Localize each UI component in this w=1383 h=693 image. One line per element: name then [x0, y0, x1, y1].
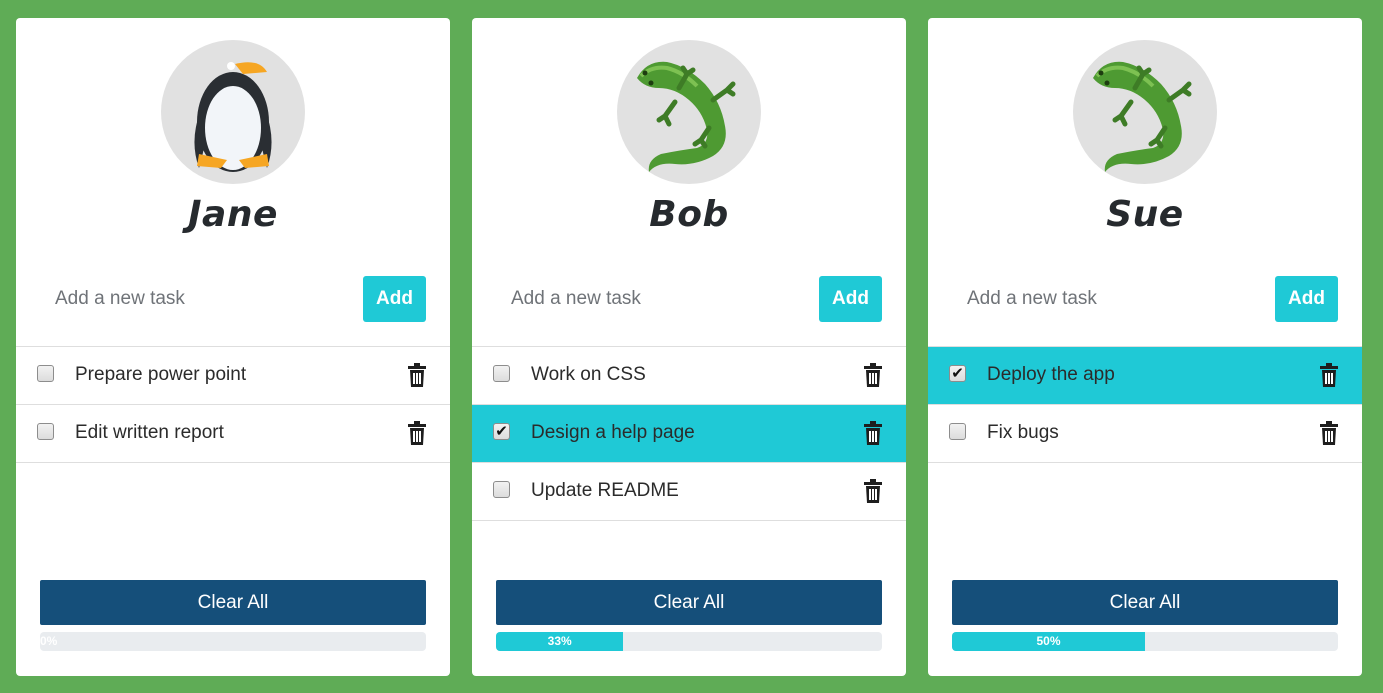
- user-card-bob: Bob Add Work on CSS ✔ Design a help page…: [472, 18, 906, 676]
- task-item: ✔ Design a help page: [472, 405, 906, 463]
- task-checkbox[interactable]: ✔: [949, 365, 966, 382]
- user-name: Jane: [188, 194, 278, 235]
- task-checkbox[interactable]: [37, 423, 54, 440]
- user-name: Sue: [1106, 194, 1184, 235]
- user-card-sue: Sue Add ✔ Deploy the app Fix bugs Clear …: [928, 18, 1362, 676]
- task-list: Work on CSS ✔ Design a help page Update …: [472, 346, 906, 521]
- progress-fill: 50%: [952, 632, 1145, 651]
- task-item: Prepare power point: [16, 347, 450, 405]
- task-label: Work on CSS: [531, 364, 646, 385]
- new-task-input[interactable]: [40, 276, 360, 322]
- task-list: ✔ Deploy the app Fix bugs: [928, 346, 1362, 463]
- progress-fill: 33%: [496, 632, 624, 651]
- task-item: Edit written report: [16, 405, 450, 463]
- progress-bar: 50%: [952, 632, 1338, 651]
- task-checkbox[interactable]: [493, 365, 510, 382]
- user-card-jane: Jane Add Prepare power point Edit writte…: [16, 18, 450, 676]
- clear-all-button[interactable]: Clear All: [952, 580, 1338, 625]
- new-task-input[interactable]: [496, 276, 816, 322]
- trash-icon[interactable]: [407, 421, 427, 445]
- task-item: Fix bugs: [928, 405, 1362, 463]
- task-item: ✔ Deploy the app: [928, 347, 1362, 405]
- add-task-button[interactable]: Add: [1275, 276, 1338, 322]
- task-checkbox[interactable]: [949, 423, 966, 440]
- add-task-button[interactable]: Add: [819, 276, 882, 322]
- trash-icon[interactable]: [1319, 421, 1339, 445]
- task-label: Deploy the app: [987, 364, 1115, 385]
- clear-all-button[interactable]: Clear All: [40, 580, 426, 625]
- task-checkbox[interactable]: [493, 481, 510, 498]
- trash-icon[interactable]: [1319, 363, 1339, 387]
- new-task-input[interactable]: [952, 276, 1272, 322]
- todo-board: Jane Add Prepare power point Edit writte…: [0, 0, 1383, 693]
- task-checkbox[interactable]: ✔: [493, 423, 510, 440]
- task-checkbox[interactable]: [37, 365, 54, 382]
- trash-icon[interactable]: [407, 363, 427, 387]
- task-item: Work on CSS: [472, 347, 906, 405]
- task-label: Prepare power point: [75, 364, 247, 385]
- trash-icon[interactable]: [863, 363, 883, 387]
- task-label: Design a help page: [531, 422, 695, 443]
- progress-bar: 0%: [40, 632, 426, 651]
- clear-all-button[interactable]: Clear All: [496, 580, 882, 625]
- avatar: [617, 40, 761, 184]
- add-task-button[interactable]: Add: [363, 276, 426, 322]
- trash-icon[interactable]: [863, 479, 883, 503]
- trash-icon[interactable]: [863, 421, 883, 445]
- task-label: Edit written report: [75, 422, 224, 443]
- lizard-icon: [1093, 61, 1192, 172]
- task-label: Fix bugs: [987, 422, 1059, 443]
- task-item: Update README: [472, 463, 906, 521]
- user-name: Bob: [649, 194, 729, 235]
- progress-bar: 33%: [496, 632, 882, 651]
- avatar: [1073, 40, 1217, 184]
- avatar: [161, 40, 305, 184]
- task-label: Update README: [531, 480, 679, 501]
- lizard-icon: [637, 61, 736, 172]
- task-list: Prepare power point Edit written report: [16, 346, 450, 463]
- penguin-icon: [194, 62, 272, 172]
